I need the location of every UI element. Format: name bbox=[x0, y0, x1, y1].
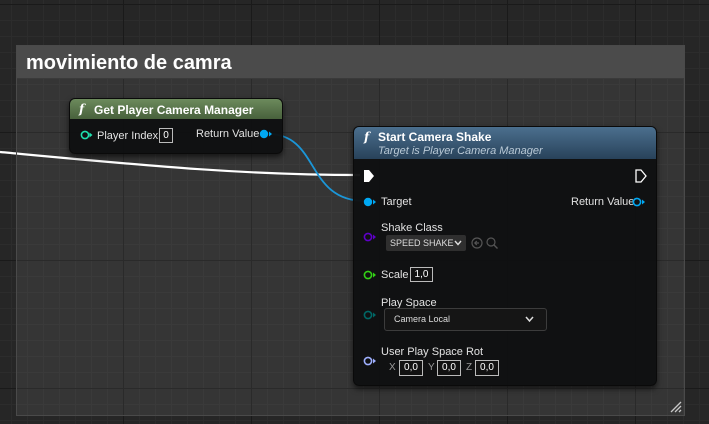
shake-class-pin[interactable] bbox=[363, 232, 377, 242]
user-play-space-rot-label: User Play Space Rot bbox=[381, 346, 484, 358]
browse-icon[interactable] bbox=[471, 237, 483, 249]
play-space-value: Camera Local bbox=[394, 314, 451, 324]
player-index-input[interactable]: 0 bbox=[159, 128, 173, 143]
scale-label: Scale bbox=[381, 269, 409, 281]
chevron-down-icon bbox=[454, 240, 462, 246]
rot-x-input[interactable]: 0,0 bbox=[399, 360, 423, 376]
scale-input[interactable]: 1,0 bbox=[410, 267, 433, 282]
player-index-label: Player Index bbox=[97, 130, 159, 142]
exec-out-pin[interactable] bbox=[635, 169, 647, 183]
node-title: Get Player Camera Manager bbox=[94, 103, 254, 117]
play-space-pin[interactable] bbox=[363, 310, 377, 320]
rot-z-input[interactable]: 0,0 bbox=[475, 360, 499, 376]
play-space-dropdown[interactable]: Camera Local bbox=[384, 308, 547, 331]
chevron-down-icon bbox=[525, 316, 534, 323]
exec-in-pin[interactable] bbox=[363, 169, 375, 183]
search-icon[interactable] bbox=[486, 237, 498, 249]
scale-pin[interactable] bbox=[363, 270, 377, 280]
resize-grip-icon[interactable] bbox=[668, 399, 682, 413]
function-icon: f bbox=[364, 130, 370, 144]
return-value-label: Return Value bbox=[571, 196, 635, 208]
get-player-camera-manager-node[interactable]: f Get Player Camera Manager Player Index… bbox=[69, 98, 283, 154]
function-icon: f bbox=[79, 102, 85, 116]
node-subtitle: Target is Player Camera Manager bbox=[378, 145, 543, 157]
rot-z-letter: Z bbox=[466, 362, 473, 373]
node-title: Start Camera Shake bbox=[378, 130, 492, 144]
player-index-pin[interactable] bbox=[80, 130, 93, 140]
comment-title[interactable]: movimiento de camra bbox=[26, 52, 232, 75]
rot-y-input[interactable]: 0,0 bbox=[437, 360, 461, 376]
start-camera-shake-node[interactable]: f Start Camera Shake Target is Player Ca… bbox=[353, 126, 657, 386]
shake-class-label: Shake Class bbox=[381, 222, 443, 234]
comment-header[interactable]: movimiento de camra bbox=[17, 46, 684, 79]
target-label: Target bbox=[381, 196, 412, 208]
target-pin[interactable] bbox=[363, 197, 377, 207]
return-value-label: Return Value bbox=[196, 128, 260, 140]
user-play-space-rot-pin[interactable] bbox=[363, 356, 377, 366]
return-value-pin[interactable] bbox=[259, 129, 273, 139]
rot-y-letter: Y bbox=[428, 362, 435, 373]
node-header[interactable]: f Start Camera Shake Target is Player Ca… bbox=[354, 127, 656, 159]
node-header[interactable]: f Get Player Camera Manager bbox=[70, 99, 282, 119]
shake-class-value: SPEED SHAKE bbox=[390, 238, 454, 248]
shake-class-dropdown[interactable]: SPEED SHAKE bbox=[386, 235, 466, 251]
rot-x-letter: X bbox=[389, 362, 396, 373]
return-value-pin[interactable] bbox=[632, 197, 646, 207]
